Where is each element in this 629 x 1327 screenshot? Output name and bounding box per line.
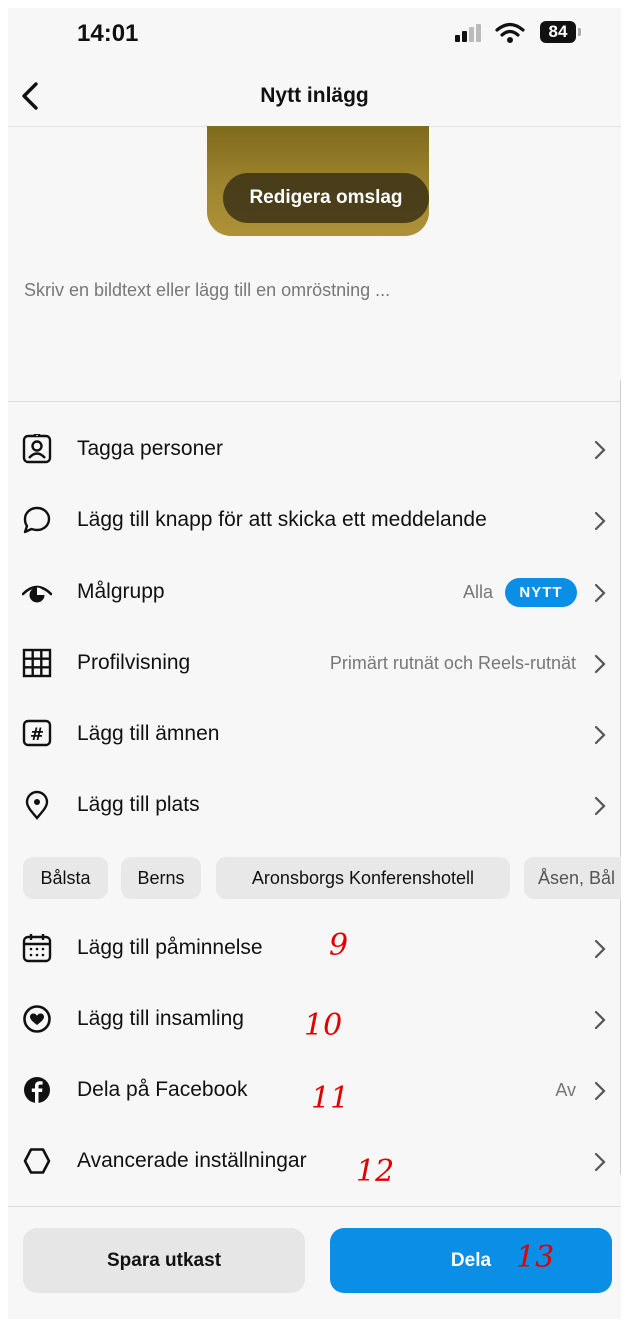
topics-label: Lägg till ämnen <box>77 722 220 745</box>
chevron-right-icon <box>594 939 606 959</box>
caption-divider <box>8 401 621 402</box>
topics-row[interactable]: # Lägg till ämnen <box>8 699 621 771</box>
tag-people-label: Tagga personer <box>77 437 223 460</box>
location-suggestions: Bålsta Berns Aronsborgs Konferenshotell … <box>23 857 621 899</box>
chevron-right-icon <box>594 1152 606 1172</box>
svg-text:#: # <box>30 725 44 745</box>
audience-eye-icon <box>22 585 52 603</box>
annotation-11: 11 <box>311 1081 350 1116</box>
status-bar: 14:01 84 <box>8 8 621 60</box>
annotation-13: 13 <box>516 1240 555 1275</box>
settings-gear-icon <box>23 1148 51 1174</box>
save-draft-button[interactable]: Spara utkast <box>23 1228 305 1293</box>
bottom-divider <box>8 1206 621 1207</box>
chevron-right-icon <box>594 440 606 460</box>
facebook-icon <box>24 1077 50 1103</box>
location-chip[interactable]: Aronsborgs Konferenshotell <box>216 857 510 899</box>
profile-view-value: Primärt rutnät och Reels-rutnät <box>329 653 576 673</box>
profile-view-row[interactable]: Profilvisning Primärt rutnät och Reels-r… <box>8 628 621 700</box>
nav-bar: Nytt inlägg <box>8 70 621 124</box>
annotation-9: 9 <box>329 928 349 963</box>
battery-icon: 84 <box>540 21 576 43</box>
location-pin-icon <box>25 790 49 820</box>
chevron-right-icon <box>594 654 606 674</box>
grid-icon <box>22 648 52 678</box>
chevron-right-icon <box>594 511 606 531</box>
message-button-row[interactable]: Lägg till knapp för att skicka ett medde… <box>8 485 621 557</box>
battery-tip <box>578 28 581 36</box>
location-row[interactable]: Lägg till plats <box>8 770 621 842</box>
profile-view-label: Profilvisning <box>77 651 191 674</box>
chevron-right-icon <box>594 796 606 816</box>
message-bubble-icon <box>23 506 51 534</box>
tag-people-row[interactable]: Tagga personer <box>8 414 621 486</box>
message-button-label: Lägg till knapp för att skicka ett medde… <box>77 508 487 531</box>
cover-thumbnail[interactable]: Redigera omslag <box>207 126 429 236</box>
calendar-icon <box>22 934 52 963</box>
facebook-label: Dela på Facebook <box>77 1078 248 1101</box>
tag-person-icon <box>22 434 52 464</box>
audience-label: Målgrupp <box>77 580 165 603</box>
fundraiser-heart-icon <box>23 1005 51 1033</box>
location-chip[interactable]: Berns <box>121 857 201 899</box>
reminder-row[interactable]: Lägg till påminnelse <box>8 913 621 985</box>
audience-row[interactable]: Målgrupp Alla NYTT <box>8 557 621 629</box>
status-time: 14:01 <box>77 20 139 47</box>
location-label: Lägg till plats <box>77 793 200 816</box>
facebook-value: Av <box>555 1080 576 1100</box>
page-title: Nytt inlägg <box>260 84 369 107</box>
location-chip[interactable]: Åsen, Bål <box>524 857 621 899</box>
edit-cover-button[interactable]: Redigera omslag <box>223 173 429 223</box>
caption-input[interactable]: Skriv en bildtext eller lägg till en omr… <box>24 280 604 301</box>
chevron-right-icon <box>594 1081 606 1101</box>
advanced-settings-label: Avancerade inställningar <box>77 1149 307 1172</box>
reminder-label: Lägg till påminnelse <box>77 936 263 959</box>
chevron-right-icon <box>594 583 606 603</box>
annotation-12: 12 <box>356 1154 395 1189</box>
cellular-signal-icon <box>455 24 487 42</box>
fundraiser-label: Lägg till insamling <box>77 1007 244 1030</box>
advanced-settings-row[interactable]: Avancerade inställningar <box>8 1126 621 1198</box>
audience-value: Alla <box>462 582 493 602</box>
annotation-10: 10 <box>304 1008 343 1043</box>
location-chip[interactable]: Bålsta <box>23 857 108 899</box>
hashtag-icon: # <box>22 719 52 747</box>
chevron-right-icon <box>594 725 606 745</box>
new-badge: NYTT <box>505 578 577 607</box>
screen: 14:01 84 Nytt inlägg Redigera omslag Skr… <box>8 8 621 1319</box>
chevron-right-icon <box>594 1010 606 1030</box>
share-button[interactable]: Dela <box>330 1228 612 1293</box>
wifi-icon <box>495 22 525 43</box>
